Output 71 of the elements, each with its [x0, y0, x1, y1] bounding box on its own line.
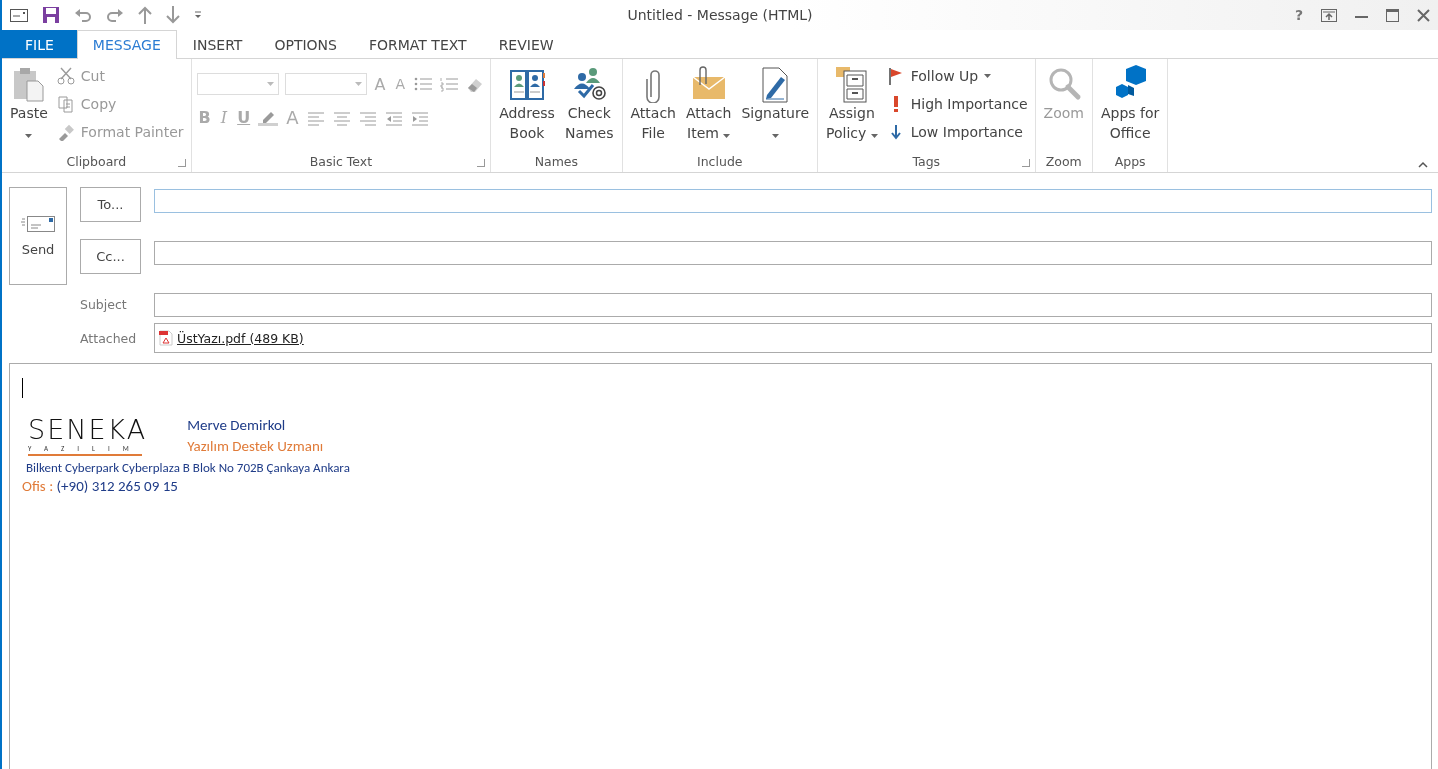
attachment-link[interactable]: ÜstYazı.pdf (489 KB)	[177, 330, 304, 346]
maximize-icon[interactable]	[1386, 8, 1399, 22]
launcher-icon[interactable]	[1021, 159, 1030, 167]
group-label: Clipboard	[66, 154, 127, 169]
group-label: Tags	[912, 154, 941, 169]
group-label: Apps	[1114, 154, 1146, 169]
align-right-icon	[358, 109, 379, 126]
envelope-icon	[21, 215, 55, 232]
ribbon-button[interactable]: Paste	[7, 63, 51, 145]
cc-field[interactable]	[154, 241, 1432, 265]
ribbon-tab[interactable]: FORMAT TEXT	[352, 30, 483, 58]
group-label: Basic Text	[309, 154, 373, 169]
to-button[interactable]: To...	[80, 187, 141, 222]
scissors-icon	[56, 67, 75, 85]
highlighter-icon	[258, 109, 279, 126]
people-check-icon	[571, 65, 608, 103]
ribbon-button[interactable]: High Importance	[884, 91, 1030, 117]
group-label: Include	[697, 154, 743, 169]
cc-button[interactable]: Cc...	[80, 239, 141, 274]
redo-icon[interactable]	[106, 7, 124, 23]
group-label: Zoom	[1045, 154, 1082, 169]
ribbon-button[interactable]: Check Names	[561, 63, 617, 145]
up-arrow-icon[interactable]	[138, 6, 152, 24]
window-title: Untitled - Message (HTML)	[627, 7, 813, 23]
increase-indent-icon	[410, 109, 431, 126]
ribbon-tab[interactable]: INSERT	[176, 30, 259, 58]
ribbon-tab[interactable]: OPTIONS	[258, 30, 353, 58]
copy-icon	[56, 95, 75, 113]
ribbon-tab[interactable]: REVIEW	[482, 30, 570, 58]
ribbon-button[interactable]: Signature	[738, 63, 812, 145]
ribbon-button[interactable]: Follow Up	[884, 63, 1030, 89]
group-label: Names	[534, 154, 578, 169]
ribbon-button[interactable]: Attach Item	[683, 63, 735, 145]
signature-role: Yazılım Destek Uzmanı	[187, 437, 324, 455]
filing-cabinet-icon	[833, 65, 870, 103]
align-center-icon	[332, 109, 353, 126]
logo-text: SENEKA	[28, 416, 148, 444]
bullet-list-icon	[413, 76, 434, 92]
ribbon-button[interactable]: Address Book	[496, 63, 558, 145]
signature-address: Bilkent Cyberpark Cyberplaza B Blok No 702B Çankaya Ankara	[26, 460, 351, 475]
ribbon-button[interactable]: Apps for Office	[1097, 63, 1163, 145]
pdf-file-icon	[159, 330, 173, 346]
ribbon-button[interactable]: Assign Policy	[823, 63, 881, 145]
help-button[interactable]: ?	[1294, 7, 1303, 23]
caret-icon	[266, 82, 274, 86]
ribbon-tab[interactable]: MESSAGE	[76, 30, 177, 59]
save-icon[interactable]	[42, 6, 60, 24]
align-left-icon	[306, 109, 327, 126]
send-button[interactable]: Send	[9, 187, 67, 285]
envelope-icon[interactable]	[10, 8, 28, 22]
down-arrow-icon[interactable]	[166, 6, 180, 24]
customize-caret-icon[interactable]	[194, 11, 202, 19]
ribbon-display-icon[interactable]	[1321, 8, 1337, 22]
phone-label: Ofis :	[22, 477, 54, 495]
close-icon[interactable]	[1417, 8, 1430, 22]
collapse-ribbon-icon[interactable]	[1418, 161, 1428, 168]
launcher-icon[interactable]	[177, 159, 186, 167]
undo-icon[interactable]	[74, 7, 92, 23]
subject-field[interactable]	[154, 293, 1432, 317]
decrease-indent-icon	[384, 109, 405, 126]
subject-label: Subject	[80, 295, 128, 314]
signature-name: Merve Demirkol	[187, 416, 287, 434]
ribbon-button[interactable]: Attach File	[627, 63, 679, 145]
ribbon-tab[interactable]: FILE	[2, 30, 77, 58]
ribbon-button[interactable]: Low Importance	[884, 119, 1030, 145]
caret-icon	[354, 82, 362, 86]
phone-number: (+90) 312 265 09 15	[56, 477, 178, 495]
exclamation-icon	[893, 96, 898, 112]
to-field[interactable]	[154, 189, 1432, 213]
numbered-list-icon	[439, 76, 460, 92]
attached-label: Attached	[80, 329, 138, 348]
